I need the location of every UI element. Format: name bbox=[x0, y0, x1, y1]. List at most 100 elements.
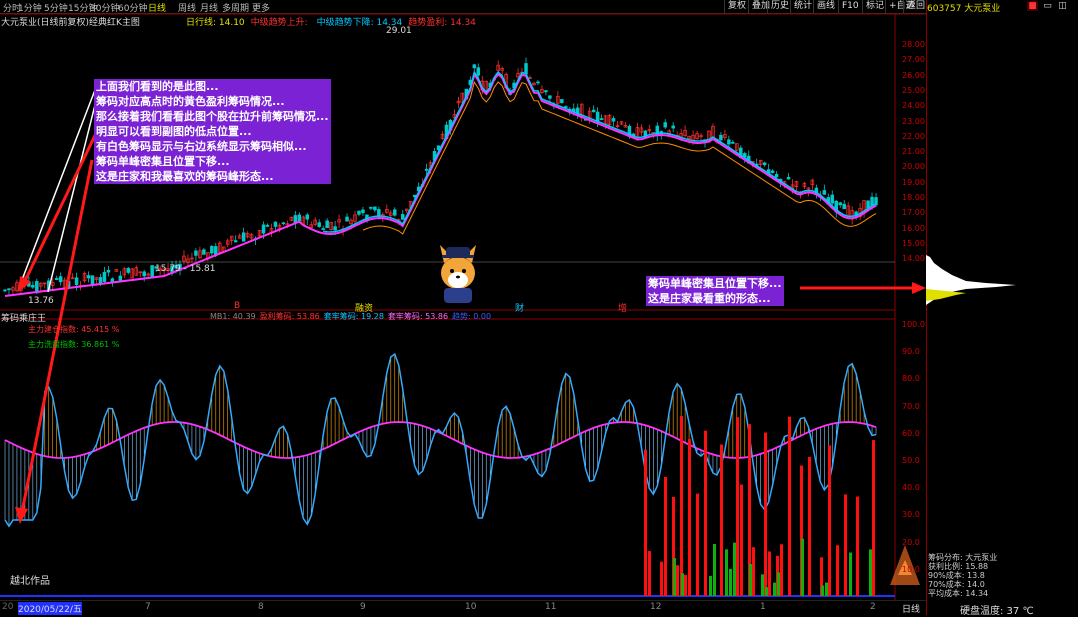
chip-stat-3: 70%成本: 14.0 bbox=[928, 580, 985, 589]
sub-tick-1: 90.0 bbox=[902, 347, 920, 357]
left-callout-line-0: 上面我们看到的是此图... bbox=[96, 80, 219, 93]
sub-tick-5: 50.0 bbox=[902, 456, 920, 465]
event-label-1: 融资 bbox=[355, 304, 374, 314]
range-label: 15.79 - 15.81 bbox=[155, 264, 216, 274]
ma-label-3: 趋势盈利: 14.34 bbox=[408, 18, 476, 28]
toolbar-button-3[interactable]: 统计 bbox=[790, 0, 815, 13]
minimize-icon[interactable]: ▭ bbox=[1042, 1, 1053, 11]
date-prefix: 20 bbox=[2, 602, 14, 612]
candle-body bbox=[400, 214, 405, 220]
price-tick-12: 16.00 bbox=[902, 223, 925, 233]
green-bar bbox=[773, 582, 776, 596]
date-tick-2: 9 bbox=[360, 602, 366, 612]
candle-body bbox=[110, 278, 115, 283]
price-tick-5: 23.00 bbox=[902, 116, 925, 126]
candle-body bbox=[762, 162, 767, 166]
event-label-0: B bbox=[234, 301, 241, 311]
green-bar bbox=[749, 563, 752, 596]
ma-line-orange bbox=[362, 80, 877, 235]
left-callout-line-2: 那么接着我们看看此图个股在拉升前筹码情况... bbox=[96, 110, 329, 123]
green-bar bbox=[821, 585, 824, 596]
red-bar bbox=[664, 476, 667, 596]
red-bar bbox=[856, 496, 859, 596]
candle-body bbox=[663, 122, 667, 128]
sub-tick-8: 20.0 bbox=[902, 537, 920, 547]
high-price-label: 29.01 bbox=[386, 26, 412, 36]
candle-body bbox=[544, 90, 548, 93]
sub-tick-4: 60.0 bbox=[902, 428, 920, 438]
green-bar bbox=[725, 549, 728, 596]
red-bar bbox=[696, 493, 699, 596]
candle-body bbox=[325, 220, 329, 229]
toolbar-button-0[interactable]: 复权 bbox=[724, 0, 749, 13]
sub-legend-value-0: 45.415 % bbox=[81, 325, 120, 334]
toolbar-button-4[interactable]: 画线 bbox=[813, 0, 838, 13]
green-bar bbox=[869, 549, 872, 596]
sub-value-0: MB1: 40.39 bbox=[210, 312, 256, 321]
indicator-name[interactable]: 经典红K主图 bbox=[89, 15, 140, 28]
candle-body bbox=[58, 276, 63, 283]
candle-body bbox=[357, 210, 361, 215]
candle-body bbox=[770, 170, 775, 173]
date-tick-5: 12 bbox=[650, 602, 662, 612]
left-callout-line-3: 明显可以看到副图的低点位置... bbox=[96, 125, 252, 138]
candle-body bbox=[611, 118, 616, 122]
chip-peak-graphic bbox=[926, 255, 1016, 305]
corgi-mascot bbox=[440, 245, 476, 303]
red-bar bbox=[808, 456, 811, 596]
sub-tick-2: 80.0 bbox=[902, 374, 920, 384]
red-bar bbox=[644, 449, 647, 596]
candle-body bbox=[838, 202, 842, 206]
chip-stats: 筹码分布: 大元泵业 获利比例: 15.88 90%成本: 13.8 70%成本: 1… bbox=[928, 553, 997, 598]
price-tick-13: 15.00 bbox=[902, 238, 925, 248]
candle-body bbox=[210, 246, 214, 254]
green-bar bbox=[825, 582, 828, 596]
toolbar-button-8[interactable]: 返回 bbox=[903, 0, 928, 13]
candle-body bbox=[369, 207, 373, 209]
event-label-2: 财 bbox=[515, 304, 525, 314]
chart-title: 大元泵业(日线前复权) bbox=[1, 18, 90, 28]
green-bar bbox=[681, 573, 684, 596]
maximize-icon[interactable]: ◫ bbox=[1057, 1, 1068, 11]
stock-code-name: 603757 大元泵业 bbox=[927, 4, 1001, 14]
candle-body bbox=[719, 134, 723, 141]
candle-body bbox=[727, 139, 731, 145]
toolbar-button-2[interactable]: 历史 bbox=[767, 0, 792, 13]
red-green-bars bbox=[644, 416, 875, 596]
ma-labels: 日行线: 14.10 中级趋势上升: 中级趋势下降: 14.34 趋势盈利: 14.… bbox=[186, 15, 482, 28]
toolbar-button-5[interactable]: F10 bbox=[838, 0, 862, 13]
candle-body bbox=[74, 277, 79, 286]
candle-body bbox=[317, 222, 321, 227]
candle-body bbox=[86, 275, 91, 279]
date-tick-0: 7 bbox=[145, 602, 151, 612]
candle-body bbox=[830, 194, 835, 204]
candle-body bbox=[265, 224, 270, 227]
left-callout-line-4: 有白色筹码显示与右边系统显示筹码相似... bbox=[96, 140, 307, 153]
candle-body bbox=[786, 176, 791, 180]
event-label-3: 增 bbox=[618, 304, 628, 314]
sub-legend-label-1: 主力洗盘指数: bbox=[28, 340, 82, 349]
red-bar bbox=[844, 494, 847, 596]
candle-body bbox=[393, 209, 397, 216]
price-tick-8: 20.00 bbox=[902, 162, 925, 172]
date-tick-4: 11 bbox=[545, 602, 557, 612]
green-bar bbox=[801, 538, 804, 596]
date-tick-6: 1 bbox=[760, 602, 766, 612]
green-bar bbox=[777, 572, 780, 596]
candle-body bbox=[106, 269, 111, 273]
candle-body bbox=[822, 190, 827, 195]
candle-body bbox=[373, 206, 377, 211]
chip-stat-0: 筹码分布: 大元泵业 bbox=[928, 553, 998, 562]
candle-body bbox=[548, 95, 552, 99]
candle-body bbox=[194, 250, 198, 256]
price-tick-3: 25.00 bbox=[902, 85, 925, 95]
red-bar bbox=[676, 565, 679, 596]
price-tick-11: 17.00 bbox=[902, 208, 925, 218]
close-icon-1[interactable]: ■ bbox=[1027, 1, 1038, 11]
toolbar-button-6[interactable]: 标记 bbox=[862, 0, 887, 13]
ma-label-1: 中级趋势上升: bbox=[250, 18, 311, 28]
sub-tick-7: 30.0 bbox=[902, 510, 920, 520]
red-bar bbox=[684, 574, 687, 596]
sub-legend-row-1: 主力洗盘指数: 36.861 % bbox=[28, 337, 119, 352]
red-bar bbox=[828, 445, 831, 596]
